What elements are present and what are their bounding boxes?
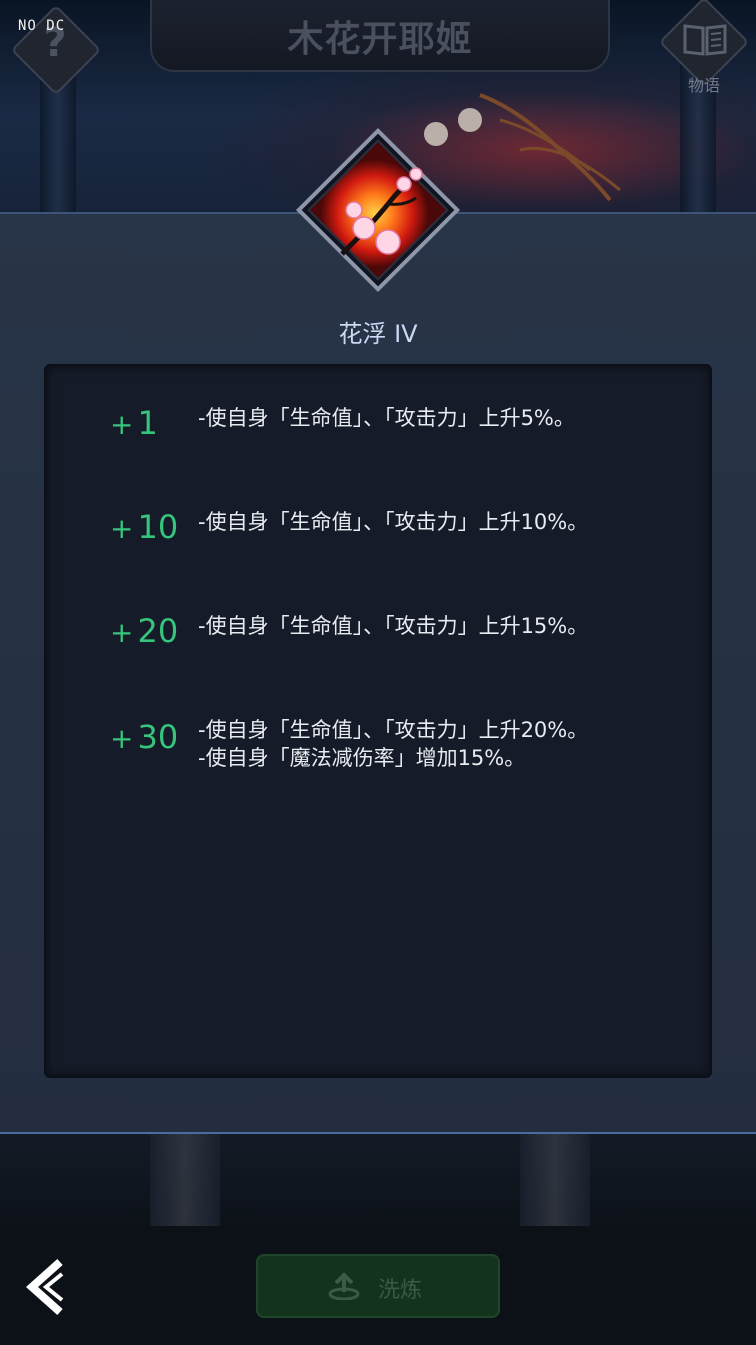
- book-icon: [683, 24, 727, 56]
- bonus-line: -使自身「生命值」、「攻击力」上升10%。: [198, 510, 589, 534]
- bonus-description: -使自身「生命值」、「攻击力」上升5%。: [198, 404, 698, 432]
- story-label: 物语: [687, 76, 720, 95]
- refine-button[interactable]: 洗炼: [256, 1254, 500, 1318]
- skill-name: 花浮 IV: [338, 320, 418, 348]
- bonus-line: -使自身「魔法减伤率」增加15%。: [198, 746, 526, 770]
- footer-background: [0, 1134, 756, 1226]
- background-column: [150, 1134, 220, 1226]
- bonus-line: -使自身「生命值」、「攻击力」上升20%。: [198, 718, 589, 742]
- bonus-description: -使自身「生命值」、「攻击力」上升15%。: [198, 612, 698, 640]
- bonus-description: -使自身「生命值」、「攻击力」上升20%。 -使自身「魔法减伤率」增加15%。: [198, 716, 698, 772]
- overlay-tag: NO DC: [18, 18, 66, 34]
- bonus-list: +1 -使自身「生命值」、「攻击力」上升5%。 +10 -使自身「生命值」、「攻…: [44, 364, 712, 1078]
- bonus-level: +30: [110, 718, 179, 756]
- bonus-description: -使自身「生命值」、「攻击力」上升10%。: [198, 508, 698, 536]
- bonus-line: -使自身「生命值」、「攻击力」上升5%。: [198, 406, 575, 430]
- bonus-level: +1: [110, 404, 158, 442]
- back-arrow-icon[interactable]: [24, 1256, 72, 1318]
- background-column: [520, 1134, 590, 1226]
- cherry-blossom-flame-icon: [295, 127, 461, 293]
- refine-label: 洗炼: [378, 1278, 423, 1303]
- upload-arrow-icon: [328, 1272, 360, 1300]
- bonus-level: +10: [110, 508, 179, 546]
- bonus-line: -使自身「生命值」、「攻击力」上升15%。: [198, 614, 589, 638]
- bonus-level: +20: [110, 612, 179, 650]
- page-title: 木花开耶姬: [287, 19, 473, 60]
